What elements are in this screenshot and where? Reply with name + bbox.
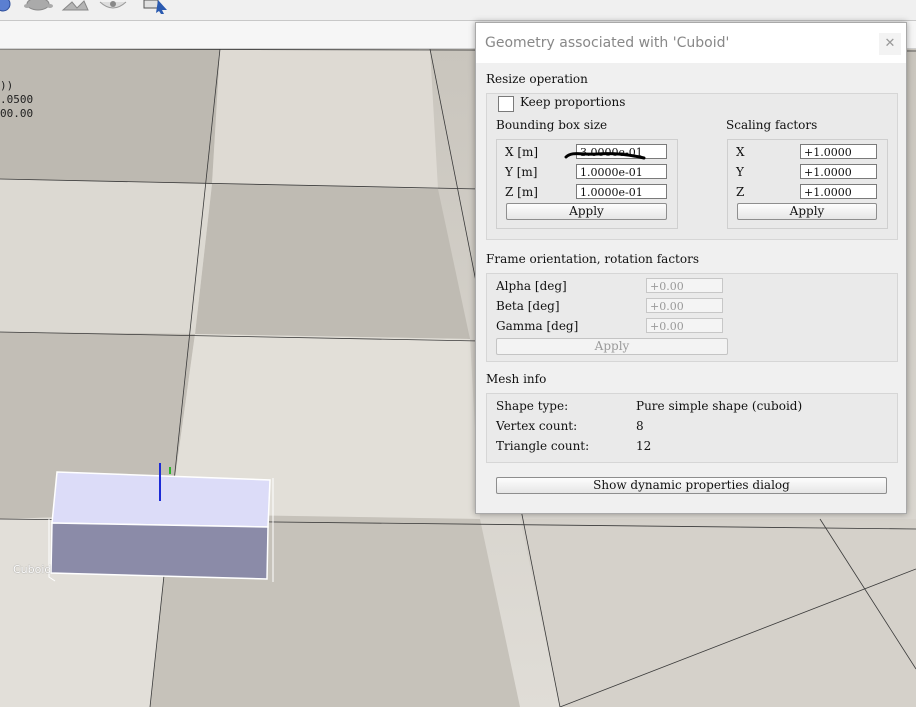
mesh-group: Shape type: Pure simple shape (cuboid) V… <box>486 393 898 463</box>
frame-group: Alpha [deg] +0.00 Beta [deg] +0.00 Gamma… <box>486 273 898 362</box>
shape-type-label: Shape type: <box>496 399 569 413</box>
geometry-dialog: Geometry associated with 'Cuboid' ✕ Resi… <box>475 22 907 514</box>
triangle-count-label: Triangle count: <box>496 439 590 453</box>
cycle-icon[interactable] <box>0 0 14 14</box>
bbox-z-label: Z [m] <box>505 185 538 199</box>
shape-type-value: Pure simple shape (cuboid) <box>636 399 803 413</box>
bbox-title: Bounding box size <box>496 118 608 132</box>
scale-y-input[interactable]: +1.0000 <box>800 164 877 179</box>
vertex-count-label: Vertex count: <box>496 419 578 433</box>
scale-z-label: Z <box>736 185 745 199</box>
scale-x-input[interactable]: +1.0000 <box>800 144 877 159</box>
keep-proportions-checkbox[interactable] <box>498 96 514 112</box>
resize-section-title: Resize operation <box>486 72 588 86</box>
bbox-x-input[interactable]: 3.0000e-01 <box>576 144 667 159</box>
beta-label: Beta [deg] <box>496 299 560 313</box>
triangle-count-value: 12 <box>636 439 652 453</box>
frame-section-title: Frame orientation, rotation factors <box>486 252 699 266</box>
bbox-y-label: Y [m] <box>505 165 538 179</box>
bbox-apply-button[interactable]: Apply <box>506 203 667 220</box>
dialog-title: Geometry associated with 'Cuboid' <box>485 35 730 51</box>
resize-group: Keep proportions Bounding box size X [m]… <box>486 93 898 240</box>
gamma-input[interactable]: +0.00 <box>646 318 723 333</box>
bbox-z-input[interactable]: 1.0000e-01 <box>576 184 667 199</box>
close-button[interactable]: ✕ <box>879 33 901 55</box>
mesh-section-title: Mesh info <box>486 372 547 386</box>
keep-proportions-label: Keep proportions <box>520 95 626 109</box>
alpha-input[interactable]: +0.00 <box>646 278 723 293</box>
scale-x-label: X <box>736 145 745 159</box>
bbox-group: X [m] 3.0000e-01 Y [m] 1.0000e-01 Z [m] … <box>496 139 678 229</box>
toolbar <box>0 0 916 21</box>
eye-icon[interactable] <box>98 0 128 14</box>
scaling-title: Scaling factors <box>726 118 818 132</box>
bbox-y-input[interactable]: 1.0000e-01 <box>576 164 667 179</box>
turtle-icon[interactable] <box>22 0 54 14</box>
cuboid-front-face <box>50 522 269 580</box>
scale-y-label: Y <box>736 165 744 179</box>
beta-input[interactable]: +0.00 <box>646 298 723 313</box>
gamma-label: Gamma [deg] <box>496 319 579 333</box>
scale-z-input[interactable]: +1.0000 <box>800 184 877 199</box>
select-cursor-icon[interactable] <box>142 0 172 14</box>
scaling-apply-button[interactable]: Apply <box>737 203 877 220</box>
frame-apply-button[interactable]: Apply <box>496 338 728 355</box>
show-dynamic-properties-button[interactable]: Show dynamic properties dialog <box>496 477 887 494</box>
bbox-x-label: X [m] <box>505 145 539 159</box>
dialog-titlebar[interactable]: Geometry associated with 'Cuboid' ✕ <box>476 23 906 63</box>
object-label: Cuboid <box>13 563 52 576</box>
vertex-count-value: 8 <box>636 419 644 433</box>
scaling-group: X +1.0000 Y +1.0000 Z +1.0000 Apply <box>727 139 888 229</box>
alpha-label: Alpha [deg] <box>496 279 567 293</box>
rabbit-icon[interactable] <box>60 0 90 14</box>
